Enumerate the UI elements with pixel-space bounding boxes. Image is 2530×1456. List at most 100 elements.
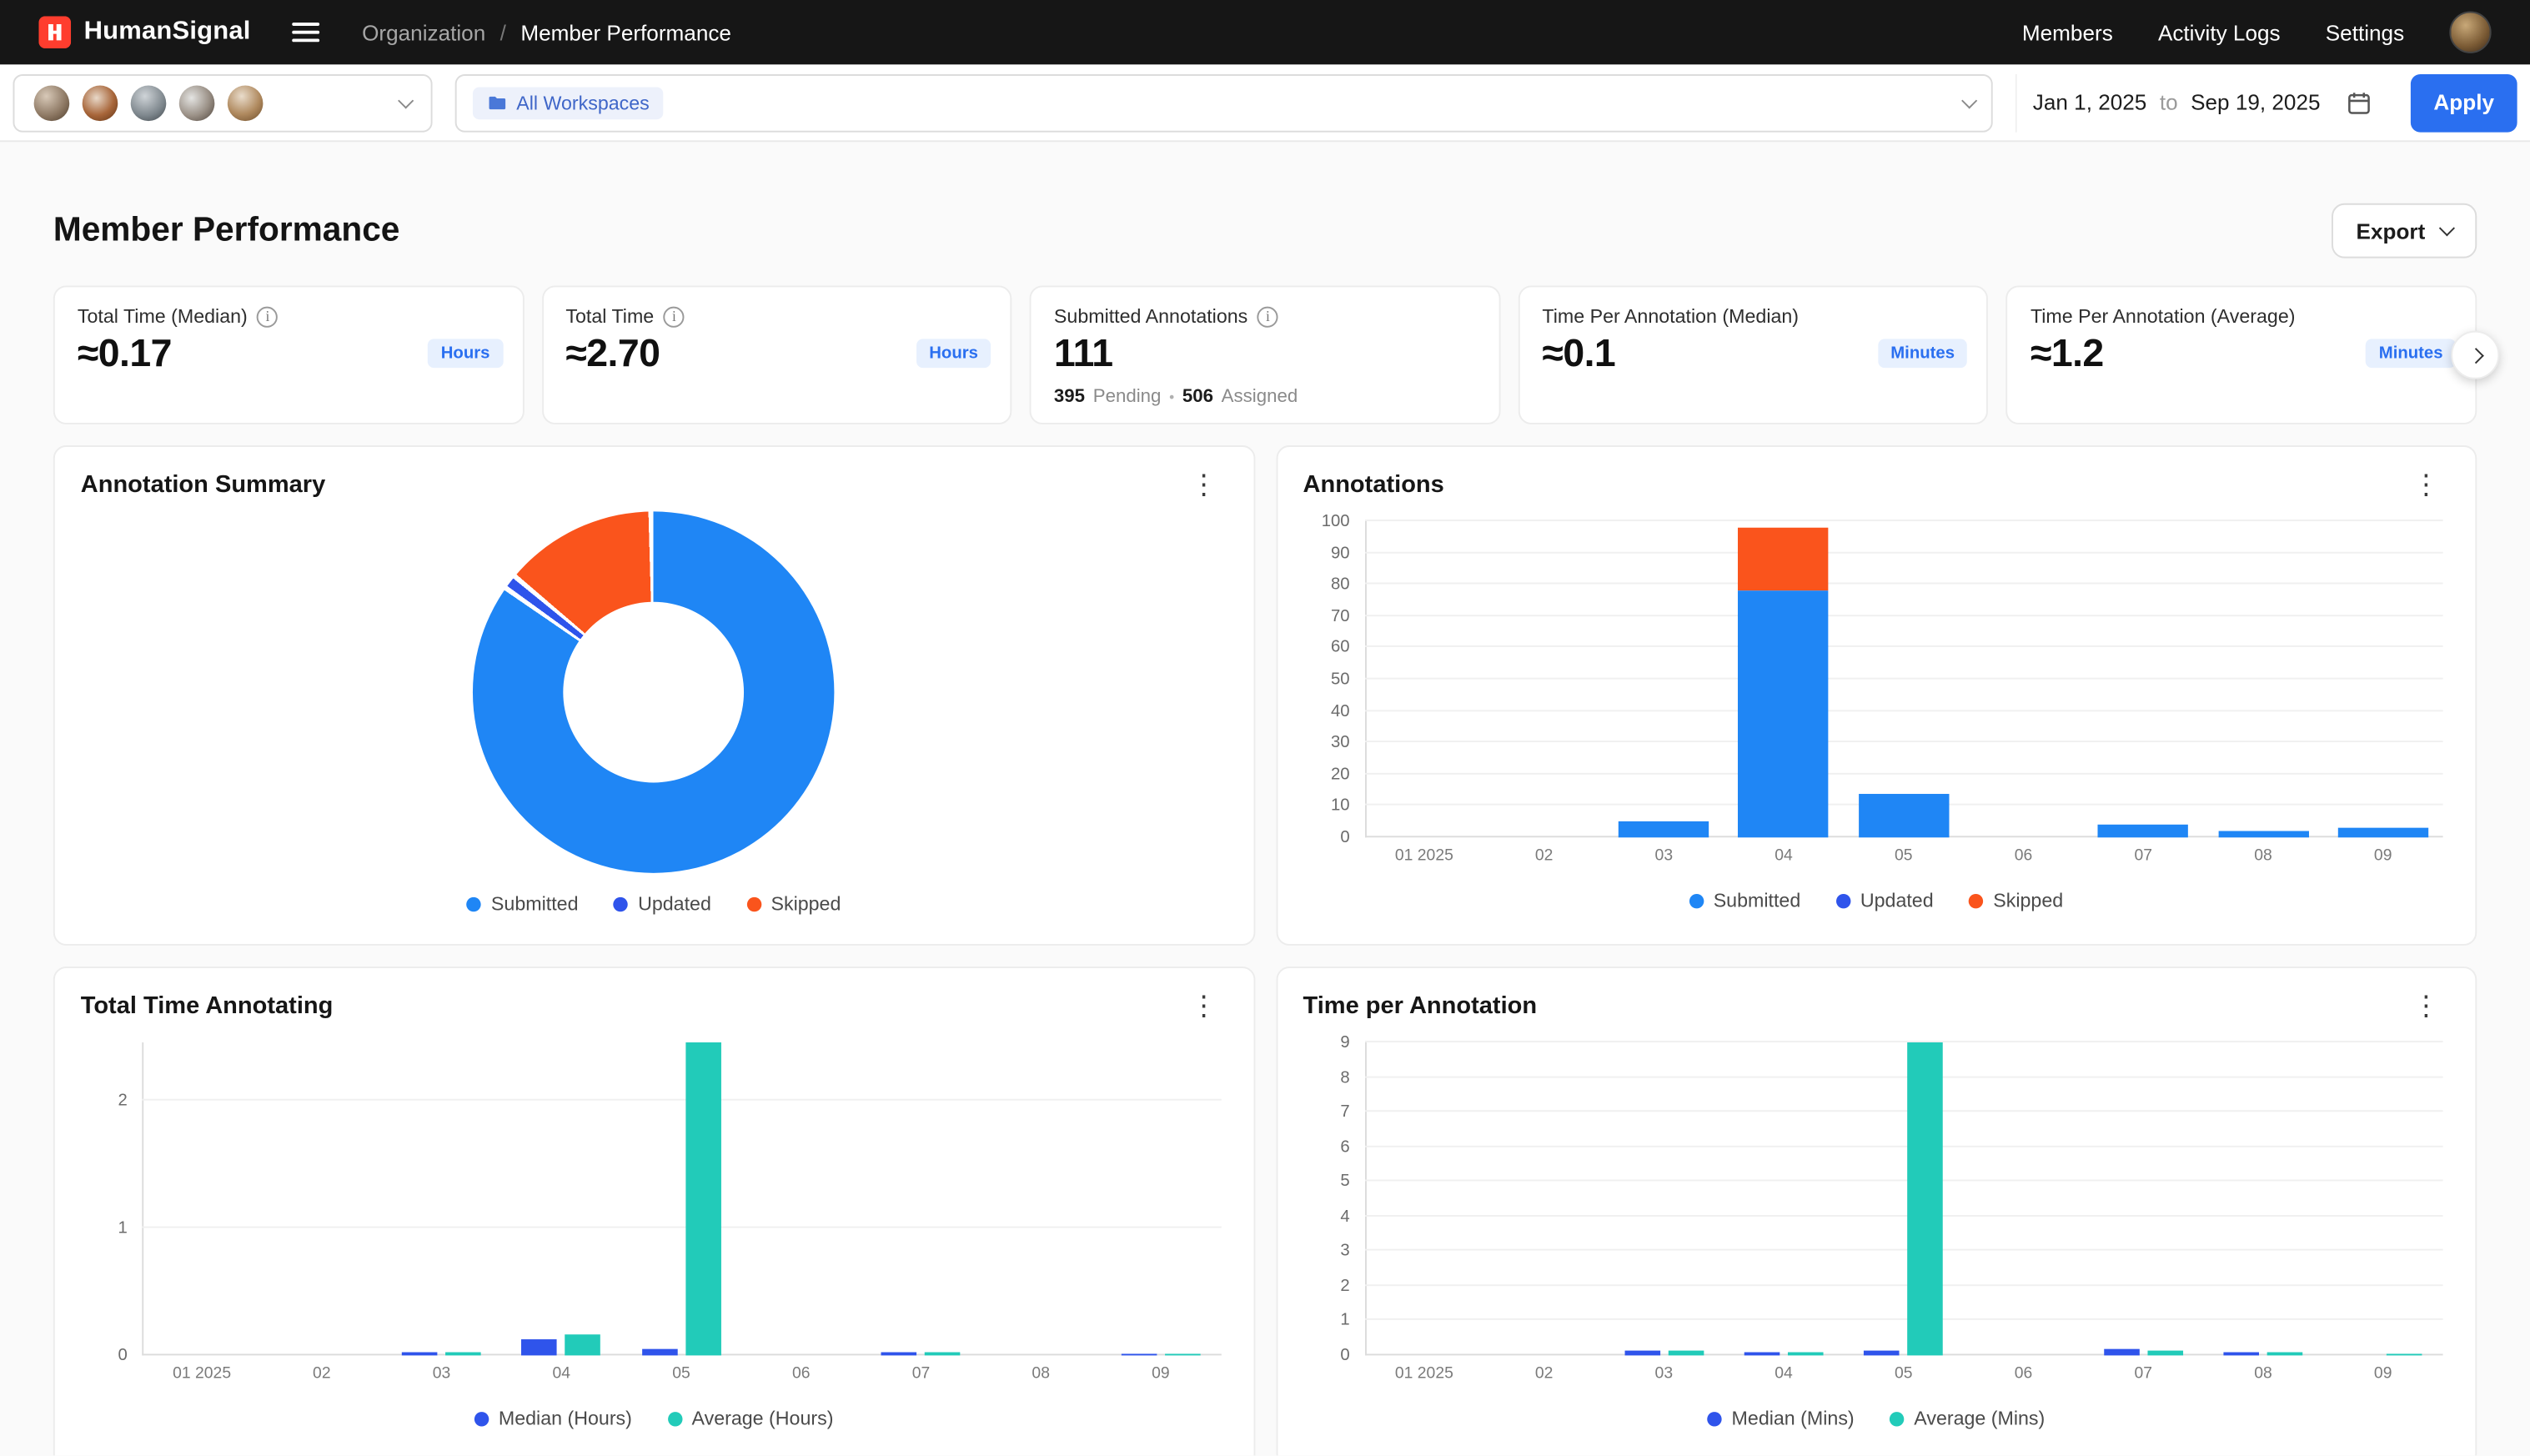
total-time-bar-chart: 012 01 20250203040506070809 — [142, 1042, 1221, 1388]
info-icon[interactable]: i — [664, 306, 685, 327]
annotation-summary-card: Annotation Summary ⋮ Submitted Updated Ski… — [53, 445, 1255, 946]
bar-segment — [1739, 528, 1829, 591]
date-start[interactable]: Jan 1, 2025 — [2033, 90, 2147, 114]
legend-dot — [746, 896, 761, 911]
stat-label: Submitted Annotations — [1054, 305, 1247, 328]
x-tick-label: 09 — [2323, 1365, 2443, 1383]
member-avatar — [131, 85, 167, 121]
donut-hole — [564, 602, 745, 783]
chart-title: Annotation Summary — [81, 471, 326, 499]
kebab-menu-icon[interactable]: ⋮ — [1180, 989, 1227, 1023]
info-icon[interactable]: i — [1257, 306, 1278, 327]
legend-label: Submitted — [491, 892, 579, 915]
info-icon[interactable]: i — [257, 306, 278, 327]
breadcrumb-organization[interactable]: Organization — [362, 20, 485, 44]
meta-separator: • — [1169, 389, 1174, 404]
y-tick-label: 2 — [118, 1092, 128, 1111]
apply-button[interactable]: Apply — [2411, 73, 2517, 132]
menu-icon[interactable] — [286, 12, 326, 53]
donut-chart — [473, 511, 834, 872]
user-avatar[interactable] — [2449, 12, 2491, 53]
date-range-to-label: to — [2160, 90, 2178, 114]
stat-card-time-per-annotation-average: Time Per Annotation (Average) ≈1.2 Minut… — [2006, 285, 2477, 424]
bar — [2267, 1352, 2303, 1355]
carousel-next-button[interactable] — [2451, 331, 2499, 379]
y-tick-label: 20 — [1331, 765, 1350, 784]
member-avatar — [179, 85, 215, 121]
brand[interactable]: HumanSignal — [38, 16, 250, 48]
bar-slot — [1964, 521, 2084, 837]
y-tick-label: 0 — [118, 1346, 128, 1365]
y-tick-label: 80 — [1331, 575, 1350, 594]
bar-segment — [2338, 828, 2428, 837]
date-end[interactable]: Sep 19, 2025 — [2191, 90, 2320, 114]
stat-value: 111 — [1054, 333, 1476, 378]
bar-slot — [1604, 1042, 1724, 1355]
kebab-menu-icon[interactable]: ⋮ — [2402, 468, 2449, 502]
y-tick-label: 0 — [1340, 1346, 1349, 1365]
bar-segment — [1619, 821, 1709, 837]
legend-dot — [1890, 1411, 1904, 1425]
workspace-chip-label: All Workspaces — [516, 91, 650, 113]
calendar-icon[interactable] — [2346, 89, 2372, 115]
legend-dot — [1969, 893, 1983, 907]
x-tick-label: 03 — [1604, 1365, 1724, 1383]
x-tick-label: 07 — [2083, 1365, 2203, 1383]
nav-settings-link[interactable]: Settings — [2326, 20, 2404, 44]
bar-slot — [1484, 1042, 1604, 1355]
members-filter-select[interactable] — [13, 73, 432, 132]
x-tick-label: 09 — [1101, 1365, 1221, 1383]
y-tick-label: 1 — [118, 1218, 128, 1238]
bar-slot — [981, 1042, 1101, 1355]
export-button[interactable]: Export — [2332, 203, 2477, 259]
kebab-menu-icon[interactable]: ⋮ — [2402, 989, 2449, 1023]
x-tick-label: 07 — [2083, 847, 2203, 865]
bar-segment — [1739, 590, 1829, 837]
legend-item[interactable]: Skipped — [746, 892, 841, 915]
stat-label: Time Per Annotation (Median) — [1542, 305, 1799, 328]
bar — [1165, 1353, 1201, 1355]
workspace-chip[interactable]: All Workspaces — [473, 87, 664, 119]
legend-item[interactable]: Submitted — [1689, 889, 1801, 911]
legend-item[interactable]: Median (Hours) — [474, 1407, 632, 1429]
bar — [445, 1353, 481, 1355]
legend-item[interactable]: Submitted — [467, 892, 579, 915]
stacked-bar — [1619, 521, 1709, 837]
time-per-annotation-card: Time per Annotation ⋮ 0123456789 01 2025… — [1276, 966, 2477, 1455]
x-tick-label: 08 — [981, 1365, 1101, 1383]
x-tick-label: 03 — [1604, 847, 1724, 865]
stacked-bar — [1379, 521, 1469, 837]
x-tick-label: 08 — [2203, 1365, 2323, 1383]
y-tick-label: 7 — [1340, 1102, 1349, 1122]
y-tick-label: 30 — [1331, 733, 1350, 752]
nav-activity-logs-link[interactable]: Activity Logs — [2158, 20, 2281, 44]
kebab-menu-icon[interactable]: ⋮ — [1180, 468, 1227, 502]
bar-slot — [1964, 1042, 2084, 1355]
bar — [565, 1335, 601, 1355]
legend-item[interactable]: Updated — [1836, 889, 1934, 911]
legend-item[interactable]: Median (Mins) — [1708, 1407, 1855, 1429]
x-tick-label: 06 — [1964, 1365, 2084, 1383]
date-range-picker[interactable]: Jan 1, 2025 to Sep 19, 2025 — [2015, 73, 2388, 132]
bar — [402, 1353, 438, 1355]
stacked-bar — [1739, 521, 1829, 837]
chart-legend: Submitted Updated Skipped — [1303, 889, 2450, 911]
x-tick-label: 04 — [501, 1365, 621, 1383]
workspace-filter-select[interactable]: All Workspaces — [455, 73, 1993, 132]
stacked-bar — [1978, 521, 2068, 837]
bar — [1744, 1352, 1780, 1355]
bar-slot — [262, 1042, 382, 1355]
legend-item[interactable]: Average (Mins) — [1890, 1407, 2045, 1429]
pending-label: Pending — [1093, 387, 1162, 406]
bar — [1624, 1350, 1660, 1355]
stat-label: Time Per Annotation (Average) — [2031, 305, 2296, 328]
legend-item[interactable]: Updated — [614, 892, 711, 915]
stat-meta: 395 Pending • 506 Assigned — [1054, 387, 1476, 406]
legend-item[interactable]: Skipped — [1969, 889, 2063, 911]
x-tick-label: 06 — [741, 1365, 861, 1383]
breadcrumb-separator: / — [500, 20, 506, 44]
legend-label: Updated — [1860, 889, 1934, 911]
legend-item[interactable]: Average (Hours) — [667, 1407, 833, 1429]
nav-members-link[interactable]: Members — [2022, 20, 2113, 44]
member-avatar — [34, 85, 70, 121]
